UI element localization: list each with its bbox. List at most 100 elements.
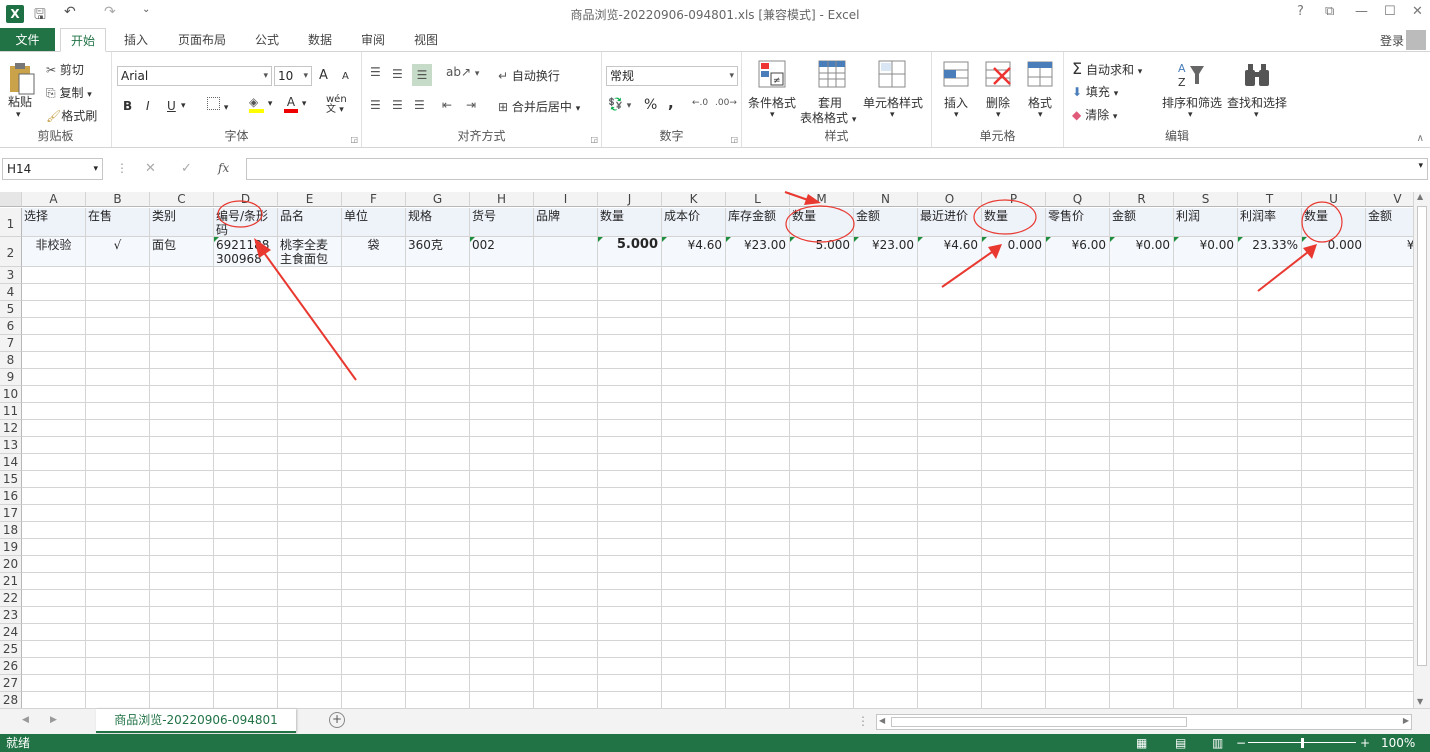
row-header-11[interactable]: 11 — [0, 403, 22, 420]
data-cell[interactable]: 0.000 — [1302, 237, 1366, 267]
cell[interactable] — [1238, 556, 1302, 573]
cell[interactable] — [1110, 658, 1174, 675]
cell[interactable] — [342, 267, 406, 284]
cell[interactable] — [854, 692, 918, 708]
sort-filter-button[interactable]: 排序和筛选 — [1162, 94, 1222, 111]
cell[interactable] — [278, 590, 342, 607]
next-sheet-icon[interactable]: ▶ — [50, 715, 57, 725]
cell[interactable] — [918, 675, 982, 692]
cell[interactable] — [1110, 556, 1174, 573]
cell[interactable] — [22, 318, 86, 335]
cell[interactable] — [1238, 488, 1302, 505]
cell[interactable] — [406, 675, 470, 692]
italic-button[interactable]: I — [146, 99, 150, 113]
collapse-ribbon-icon[interactable]: ∧ — [1417, 133, 1424, 144]
cell[interactable] — [1238, 539, 1302, 556]
cell[interactable] — [150, 267, 214, 284]
align-middle-icon[interactable]: ☰ — [392, 67, 403, 81]
cell[interactable] — [278, 335, 342, 352]
cell[interactable] — [470, 522, 534, 539]
cell[interactable] — [214, 352, 278, 369]
row-header-24[interactable]: 24 — [0, 624, 22, 641]
vertical-scrollbar[interactable]: ▲ ▼ — [1413, 192, 1430, 708]
cell[interactable] — [1046, 658, 1110, 675]
cell[interactable] — [1110, 505, 1174, 522]
cell[interactable] — [86, 522, 150, 539]
cell[interactable] — [470, 437, 534, 454]
cell[interactable] — [1302, 675, 1366, 692]
cell[interactable] — [1238, 335, 1302, 352]
cell[interactable] — [1046, 386, 1110, 403]
cell[interactable] — [1366, 284, 1413, 301]
autosum-button[interactable]: Σ 自动求和 ▾ — [1072, 59, 1142, 78]
font-family-select[interactable]: Arial ▾ — [117, 66, 272, 86]
cell[interactable] — [278, 522, 342, 539]
cell[interactable] — [22, 403, 86, 420]
cell[interactable] — [1046, 573, 1110, 590]
cell[interactable] — [1174, 437, 1238, 454]
cell[interactable] — [982, 692, 1046, 708]
cell[interactable] — [1302, 420, 1366, 437]
cell[interactable] — [534, 488, 598, 505]
cell[interactable] — [150, 420, 214, 437]
cell[interactable] — [214, 624, 278, 641]
cell[interactable] — [22, 352, 86, 369]
column-header-u[interactable]: U — [1302, 192, 1366, 207]
cell[interactable] — [278, 454, 342, 471]
row-header-8[interactable]: 8 — [0, 352, 22, 369]
cell[interactable] — [1302, 437, 1366, 454]
cell[interactable] — [918, 437, 982, 454]
cell[interactable] — [534, 335, 598, 352]
cell[interactable] — [726, 539, 790, 556]
login-link[interactable]: 登录 — [1380, 32, 1404, 49]
cell[interactable] — [342, 607, 406, 624]
cell[interactable] — [86, 301, 150, 318]
cell[interactable] — [726, 301, 790, 318]
cell[interactable] — [150, 505, 214, 522]
cell[interactable] — [534, 607, 598, 624]
cell[interactable] — [790, 488, 854, 505]
cell[interactable] — [790, 522, 854, 539]
cell[interactable] — [150, 386, 214, 403]
cell[interactable] — [342, 624, 406, 641]
cell[interactable] — [854, 386, 918, 403]
cell[interactable] — [406, 386, 470, 403]
cell[interactable] — [982, 658, 1046, 675]
cell[interactable] — [342, 658, 406, 675]
cell[interactable] — [406, 539, 470, 556]
cell[interactable] — [598, 267, 662, 284]
row-header-25[interactable]: 25 — [0, 641, 22, 658]
cell-styles-icon[interactable] — [878, 60, 906, 91]
increase-decimal-icon[interactable]: ←.0 — [692, 98, 708, 108]
column-header-q[interactable]: Q — [1046, 192, 1110, 207]
cell[interactable] — [470, 420, 534, 437]
cell[interactable] — [662, 505, 726, 522]
data-cell[interactable]: 6921188300968 — [214, 237, 278, 267]
cell[interactable] — [854, 658, 918, 675]
column-header-r[interactable]: R — [1110, 192, 1174, 207]
cell[interactable] — [342, 539, 406, 556]
cell[interactable] — [406, 318, 470, 335]
column-header-b[interactable]: B — [86, 192, 150, 207]
cell[interactable] — [854, 522, 918, 539]
cell[interactable] — [342, 386, 406, 403]
cell[interactable] — [150, 369, 214, 386]
cell[interactable] — [1238, 386, 1302, 403]
paste-button[interactable] — [7, 62, 35, 96]
cell[interactable] — [1046, 641, 1110, 658]
merge-center-button[interactable]: ⊞ 合并后居中 ▾ — [498, 98, 580, 115]
row-header-21[interactable]: 21 — [0, 573, 22, 590]
orientation-icon[interactable]: ab↗ ▾ — [446, 65, 479, 79]
cell[interactable] — [342, 352, 406, 369]
data-cell[interactable]: √ — [86, 237, 150, 267]
cell[interactable] — [534, 403, 598, 420]
data-cell[interactable]: 桃李全麦主食面包 — [278, 237, 342, 267]
cell[interactable] — [534, 556, 598, 573]
number-format-select[interactable]: 常规 ▾ — [606, 66, 738, 86]
cell[interactable] — [1110, 675, 1174, 692]
cell[interactable] — [662, 607, 726, 624]
tab-data[interactable]: 数据 — [308, 28, 332, 52]
cell[interactable] — [598, 539, 662, 556]
cell[interactable] — [662, 522, 726, 539]
cell[interactable] — [598, 590, 662, 607]
